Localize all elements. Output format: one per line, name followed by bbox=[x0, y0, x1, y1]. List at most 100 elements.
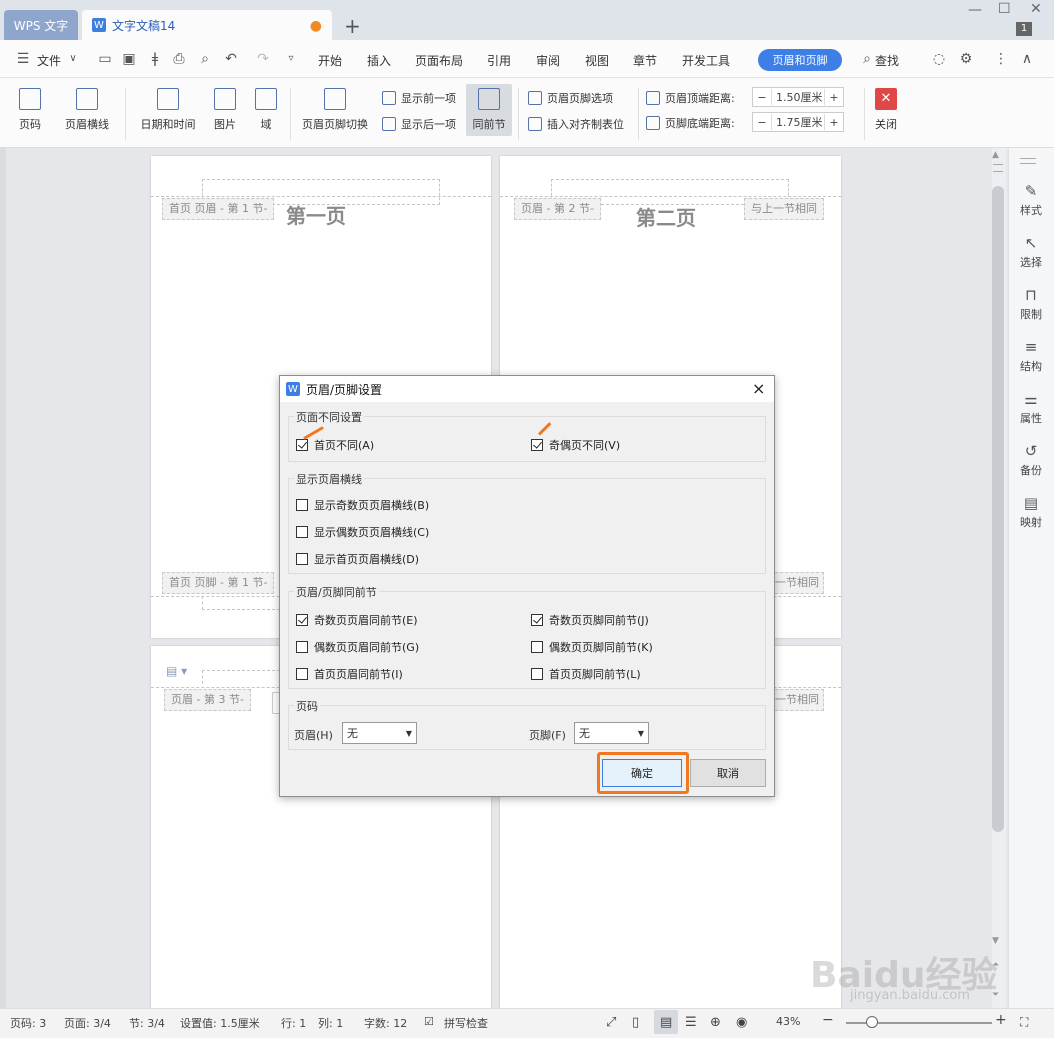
minimize-icon[interactable]: — bbox=[968, 2, 982, 18]
search-icon[interactable]: ⌕ bbox=[858, 50, 876, 68]
odd-header-same-checkbox[interactable]: 奇数页页眉同前节(E) bbox=[296, 612, 418, 628]
scrollbar-thumb[interactable] bbox=[992, 186, 1004, 832]
redo-icon[interactable]: ↷ bbox=[254, 50, 272, 68]
status-setting[interactable]: 设置值: 1.5厘米 bbox=[180, 1015, 260, 1031]
datetime-button[interactable]: 日期和时间 bbox=[136, 88, 200, 132]
file-dropdown-icon[interactable]: ∨ bbox=[64, 50, 82, 68]
header-line-button[interactable]: 页眉横线 bbox=[58, 88, 116, 132]
zoom-out-icon[interactable]: − bbox=[822, 1012, 834, 1028]
tab-wps-app[interactable]: WPS 文字 bbox=[4, 10, 78, 40]
menu-item-header-footer[interactable]: 页眉和页脚 bbox=[758, 49, 842, 71]
close-header-footer-button[interactable]: ✕ 关闭 bbox=[872, 88, 900, 132]
eye-protection-icon[interactable]: ◉ bbox=[736, 1015, 747, 1030]
scroll-split-icon[interactable] bbox=[993, 164, 1003, 172]
sidebar-item-properties[interactable]: ⚌ 属性 bbox=[1008, 390, 1054, 426]
file-menu[interactable]: 文件 bbox=[37, 52, 61, 69]
header-footer-switch-button[interactable]: 页眉页脚切换 bbox=[298, 88, 372, 132]
footer-minus-button[interactable]: − bbox=[753, 116, 771, 129]
quick-access-dropdown-icon[interactable]: ▿ bbox=[282, 50, 300, 68]
even-footer-same-checkbox[interactable]: 偶数页页脚同前节(K) bbox=[531, 639, 653, 655]
show-odd-header-line-checkbox[interactable]: 显示奇数页页眉横线(B) bbox=[296, 497, 429, 513]
menu-item-chapter[interactable]: 章节 bbox=[633, 52, 657, 69]
header-footer-options-button[interactable]: 页眉页脚选项 bbox=[528, 90, 613, 106]
same-as-previous-button[interactable]: 同前节 bbox=[466, 84, 512, 136]
even-header-same-checkbox[interactable]: 偶数页页眉同前节(G) bbox=[296, 639, 419, 655]
show-next-button[interactable]: 显示后一项 bbox=[382, 116, 456, 132]
web-view-icon[interactable]: ⊕ bbox=[710, 1015, 721, 1030]
status-section[interactable]: 节: 3/4 bbox=[129, 1015, 165, 1031]
footer-plus-button[interactable]: + bbox=[825, 116, 843, 129]
scroll-up-icon[interactable]: ▲ bbox=[992, 150, 999, 160]
sidebar-item-mapping[interactable]: ▤ 映射 bbox=[1008, 494, 1054, 530]
odd-even-different-checkbox[interactable]: 奇偶页不同(V) bbox=[531, 437, 620, 453]
menu-item-developer[interactable]: 开发工具 bbox=[682, 52, 730, 69]
footer-page-number-select[interactable]: 无 ▼ bbox=[574, 722, 649, 744]
header-top-spinner[interactable]: − 1.50厘米 + bbox=[752, 87, 844, 107]
page-number-button[interactable]: 页码 bbox=[12, 88, 48, 132]
first-footer-same-checkbox[interactable]: 首页页脚同前节(L) bbox=[531, 666, 641, 682]
sidebar-item-restrict[interactable]: ⊓ 限制 bbox=[1008, 286, 1054, 322]
print-icon[interactable]: ⎙ bbox=[170, 50, 188, 68]
status-col[interactable]: 列: 1 bbox=[318, 1015, 343, 1031]
dialog-titlebar[interactable]: W 页眉/页脚设置 bbox=[280, 376, 774, 402]
format-painter-icon[interactable]: ǂ bbox=[146, 50, 164, 68]
print-preview-icon[interactable]: ⌕ bbox=[196, 50, 214, 68]
page-2-title[interactable]: 第二页 bbox=[636, 202, 696, 231]
hamburger-menu-icon[interactable]: ☰ bbox=[14, 50, 32, 68]
menu-item-insert[interactable]: 插入 bbox=[367, 52, 391, 69]
collapse-ribbon-icon[interactable]: ∧ bbox=[1018, 50, 1036, 68]
comment-icon[interactable]: ◌ bbox=[930, 50, 948, 68]
zoom-slider-thumb[interactable] bbox=[866, 1016, 878, 1028]
page-3-doc-icon[interactable]: ▤ ▾ bbox=[166, 664, 187, 678]
page-view-icon[interactable]: ▤ bbox=[660, 1015, 672, 1030]
show-first-header-line-checkbox[interactable]: 显示首页页眉横线(D) bbox=[296, 551, 419, 567]
first-page-different-checkbox[interactable]: 首页不同(A) bbox=[296, 437, 374, 453]
settings-gear-icon[interactable]: ⚙ bbox=[957, 50, 975, 68]
header-minus-button[interactable]: − bbox=[753, 91, 771, 104]
menu-item-view[interactable]: 视图 bbox=[585, 52, 609, 69]
header-top-value[interactable]: 1.50厘米 bbox=[771, 89, 825, 105]
status-spell[interactable]: 拼写检查 bbox=[444, 1015, 488, 1031]
menu-item-review[interactable]: 审阅 bbox=[536, 52, 560, 69]
footer-bottom-spinner[interactable]: − 1.75厘米 + bbox=[752, 112, 844, 132]
ok-button[interactable]: 确定 bbox=[602, 759, 682, 787]
sidebar-item-backup[interactable]: ↺ 备份 bbox=[1008, 442, 1054, 478]
field-button[interactable]: 域 bbox=[254, 88, 278, 132]
new-tab-button[interactable]: + bbox=[344, 14, 361, 38]
fit-window-icon[interactable]: ⛶ bbox=[1020, 1015, 1028, 1030]
menu-item-page-layout[interactable]: 页面布局 bbox=[415, 52, 463, 69]
reading-view-icon[interactable]: ▯ bbox=[632, 1015, 639, 1030]
sidebar-grip-icon[interactable] bbox=[1020, 158, 1036, 164]
header-page-number-select[interactable]: 无 ▼ bbox=[342, 722, 417, 744]
tab-document[interactable]: W 文字文稿14 ● bbox=[82, 10, 332, 40]
dialog-close-icon[interactable]: × bbox=[752, 379, 765, 398]
picture-button[interactable]: 图片 bbox=[206, 88, 244, 132]
more-icon[interactable]: ⋮ bbox=[992, 50, 1010, 68]
first-header-same-checkbox[interactable]: 首页页眉同前节(I) bbox=[296, 666, 403, 682]
header-plus-button[interactable]: + bbox=[825, 91, 843, 104]
insert-align-tab-button[interactable]: 插入对齐制表位 bbox=[528, 116, 624, 132]
open-icon[interactable]: ▭ bbox=[96, 50, 114, 68]
sidebar-item-structure[interactable]: ≡ 结构 bbox=[1008, 338, 1054, 374]
menu-item-start[interactable]: 开始 bbox=[318, 52, 342, 69]
footer-bottom-value[interactable]: 1.75厘米 bbox=[771, 114, 825, 130]
spell-check-icon[interactable]: ☑ bbox=[424, 1015, 434, 1028]
sidebar-item-style[interactable]: ✎ 样式 bbox=[1008, 182, 1054, 218]
save-icon[interactable]: ▣ bbox=[120, 50, 138, 68]
zoom-value[interactable]: 43% bbox=[776, 1015, 800, 1028]
scroll-down-icon[interactable]: ▼ bbox=[992, 936, 999, 946]
fullscreen-icon[interactable]: ⤢ bbox=[606, 1015, 616, 1030]
status-row[interactable]: 行: 1 bbox=[281, 1015, 306, 1031]
status-page[interactable]: 页码: 3 bbox=[10, 1015, 46, 1031]
outline-view-icon[interactable]: ☰ bbox=[685, 1015, 697, 1030]
undo-icon[interactable]: ↶ bbox=[222, 50, 240, 68]
maximize-icon[interactable]: ☐ bbox=[998, 1, 1011, 17]
close-window-icon[interactable]: ✕ bbox=[1030, 1, 1042, 17]
page-1-title[interactable]: 第一页 bbox=[286, 200, 346, 229]
show-even-header-line-checkbox[interactable]: 显示偶数页页眉横线(C) bbox=[296, 524, 429, 540]
search-label[interactable]: 查找 bbox=[875, 52, 899, 69]
status-words[interactable]: 字数: 12 bbox=[364, 1015, 407, 1031]
status-pages[interactable]: 页面: 3/4 bbox=[64, 1015, 111, 1031]
odd-footer-same-checkbox[interactable]: 奇数页页脚同前节(J) bbox=[531, 612, 649, 628]
show-previous-button[interactable]: 显示前一项 bbox=[382, 90, 456, 106]
